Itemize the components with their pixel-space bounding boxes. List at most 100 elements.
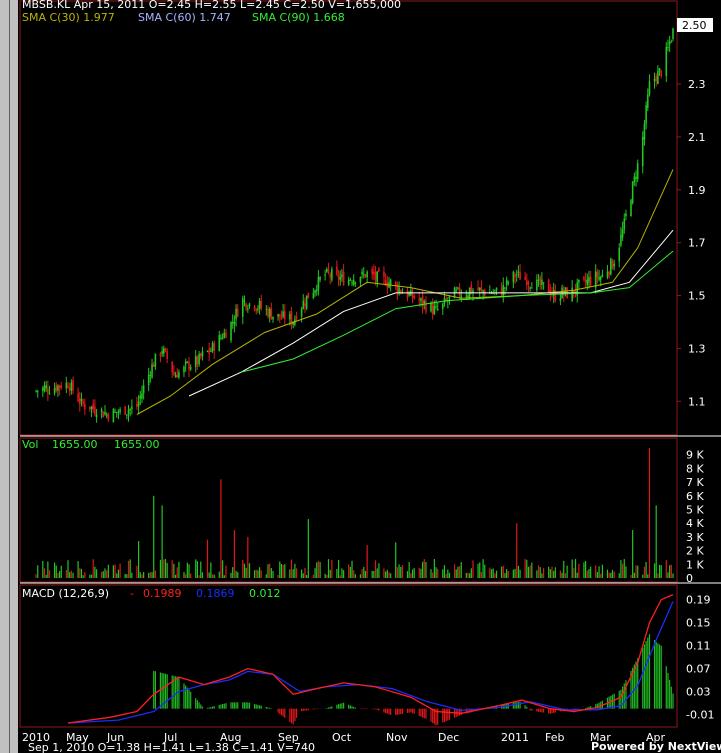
candle-body xyxy=(231,321,234,323)
candle-body xyxy=(648,81,651,95)
macd-lines xyxy=(67,594,674,724)
volume-tick-label: 6 K xyxy=(686,490,704,503)
candle-body xyxy=(413,295,415,299)
candle-body xyxy=(514,274,516,278)
price-tick-label: 1.9 xyxy=(688,184,706,197)
candle-body xyxy=(119,409,121,412)
macd-dash: - xyxy=(130,587,134,600)
candle-body xyxy=(295,316,298,320)
candle-body xyxy=(304,303,306,307)
macd-label: MACD (12,26,9) xyxy=(22,587,109,600)
candle-body xyxy=(364,274,367,278)
stock-chart[interactable]: 1.1 1.3 1.5 1.7 1.9 2.1 2.3 01 K2 K3 K4 K5 K6 K… xyxy=(0,0,721,753)
candle-body xyxy=(433,306,436,315)
candle-body xyxy=(67,385,69,389)
time-axis-label: Nov xyxy=(386,731,408,744)
candle-body xyxy=(126,414,128,416)
candle-body xyxy=(362,274,365,276)
macd-histogram xyxy=(153,634,674,726)
volume-tick-label: 8 K xyxy=(686,462,704,475)
candle-body xyxy=(672,28,674,40)
candle-body xyxy=(578,279,580,283)
candle-body xyxy=(307,292,310,299)
volume-value-1: 1655.00 xyxy=(52,438,98,451)
candle-body xyxy=(394,282,397,285)
price-tick-label: 1.7 xyxy=(688,237,706,250)
time-axis-label: Oct xyxy=(332,731,352,744)
candle-body xyxy=(268,308,271,317)
candle-body xyxy=(104,411,106,415)
price-tick-label: 1.3 xyxy=(688,342,706,355)
candle-body xyxy=(289,314,291,320)
candle-body xyxy=(267,308,269,317)
candle-body xyxy=(519,271,521,280)
candle-body xyxy=(243,300,246,302)
candle-body xyxy=(184,361,187,365)
candle-body xyxy=(583,277,585,280)
candle-body xyxy=(660,70,663,77)
candle-body xyxy=(213,343,216,352)
candle-body xyxy=(137,401,140,407)
candle-body xyxy=(151,364,153,378)
candle-body xyxy=(470,284,473,293)
candle-body xyxy=(547,279,550,293)
candle-body xyxy=(458,287,461,296)
volume-tick-label: 1 K xyxy=(686,558,704,571)
panel-frames xyxy=(19,0,721,728)
candle-body xyxy=(589,277,592,285)
candle-body xyxy=(542,282,545,284)
candle-body xyxy=(373,271,375,275)
candle-body xyxy=(149,374,152,376)
candle-body xyxy=(495,287,498,291)
candle-body xyxy=(45,385,47,389)
candle-body xyxy=(512,271,515,283)
candle-body xyxy=(139,395,142,399)
candle-body xyxy=(643,123,646,140)
candle-body xyxy=(241,298,244,317)
candle-body xyxy=(431,303,434,315)
candle-body xyxy=(341,274,343,278)
candle-body xyxy=(655,76,657,82)
candle-body xyxy=(411,292,414,299)
candle-body xyxy=(105,414,108,416)
time-axis-label: Feb xyxy=(545,731,564,744)
sma30-legend: SMA C(30) 1.977 xyxy=(22,11,115,24)
candle-body xyxy=(658,68,661,71)
macd-tick-label: 0.15 xyxy=(686,617,711,630)
candle-body xyxy=(441,303,444,309)
candle-body xyxy=(78,398,81,404)
price-tick-label: 2.1 xyxy=(688,131,706,144)
candle-body xyxy=(653,78,656,82)
candle-body xyxy=(596,271,599,278)
panel-frame-1 xyxy=(19,437,678,583)
candle-body xyxy=(100,409,103,412)
candle-body xyxy=(670,41,673,43)
candle-body xyxy=(352,279,355,285)
candle-body xyxy=(564,287,567,293)
candle-body xyxy=(502,284,505,296)
candle-body xyxy=(425,300,427,312)
candle-body xyxy=(477,287,479,291)
volume-tick-label: 2 K xyxy=(686,545,704,558)
candle-body xyxy=(374,271,377,280)
candle-body xyxy=(336,266,338,275)
macd-tick-label: -0.01 xyxy=(686,708,714,721)
candle-body xyxy=(58,385,61,389)
candle-body xyxy=(107,414,110,420)
candle-body xyxy=(90,406,93,410)
candle-body xyxy=(331,269,333,280)
candle-body xyxy=(70,382,73,391)
candle-body xyxy=(178,372,180,378)
volume-value-2: 1655.00 xyxy=(114,438,160,451)
candle-body xyxy=(480,287,483,291)
candle-body xyxy=(84,403,86,410)
candle-body xyxy=(418,298,421,301)
candle-body xyxy=(378,269,380,272)
candle-body xyxy=(500,287,503,296)
candle-body xyxy=(339,277,342,280)
candle-body xyxy=(82,401,84,404)
price-header: MBSB.KL Apr 15, 2011 O=2.45 H=2.55 L=2.4… xyxy=(22,0,401,11)
candle-body xyxy=(89,406,91,410)
candle-body xyxy=(631,181,634,203)
candle-body xyxy=(342,271,345,285)
